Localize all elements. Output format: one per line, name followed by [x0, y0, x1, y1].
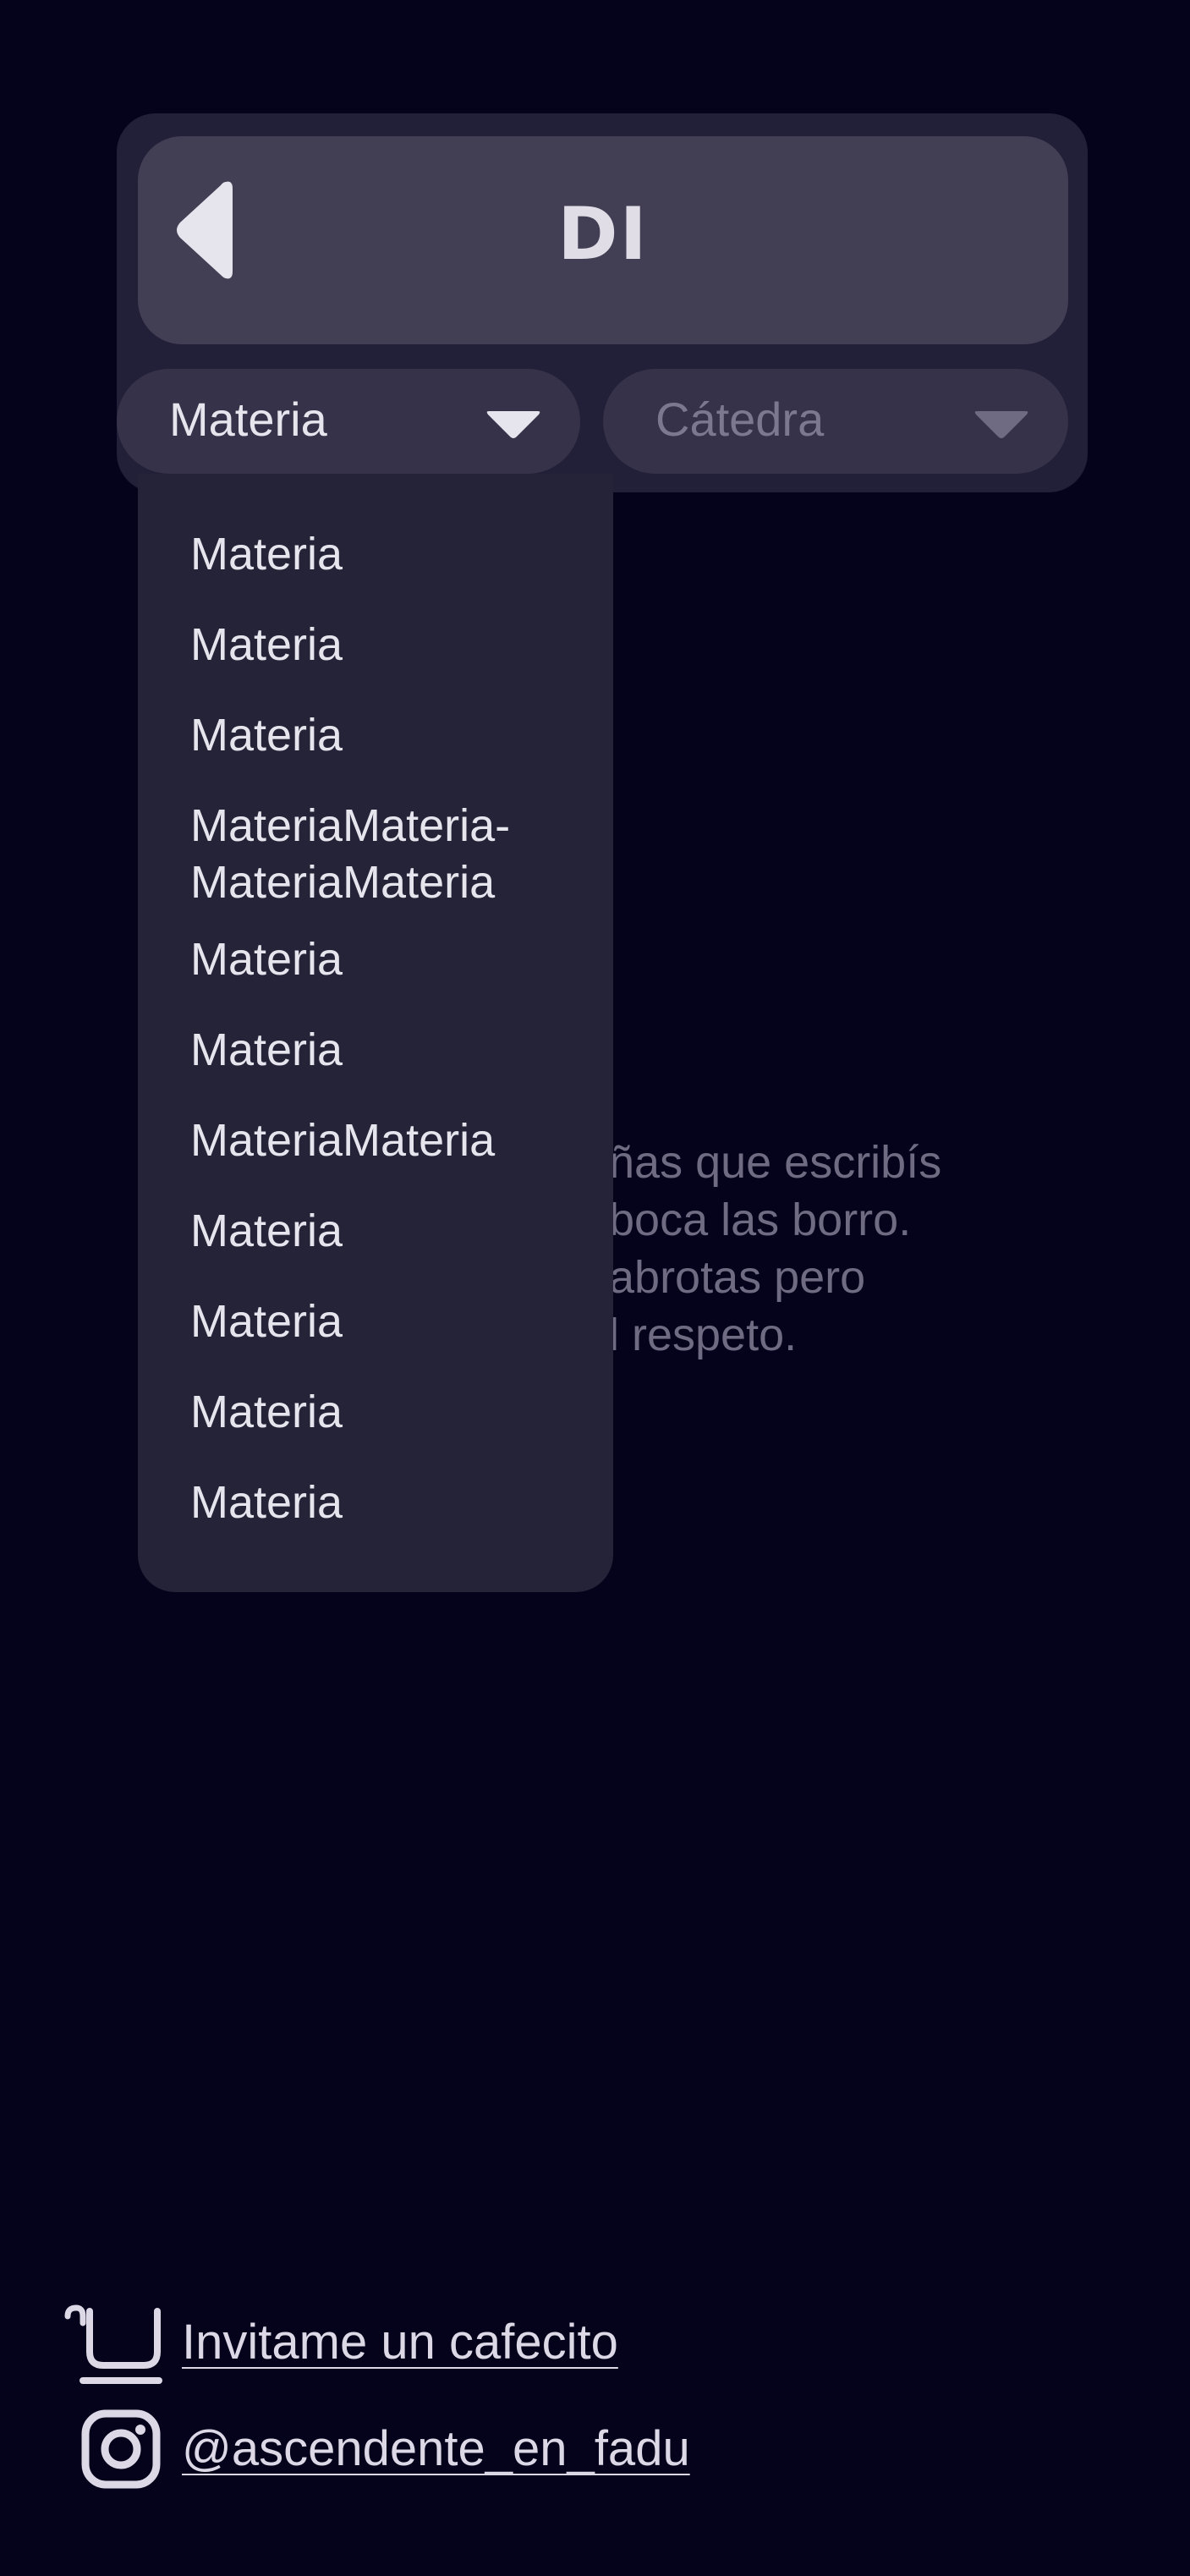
dropdown-item[interactable]: Materia — [138, 617, 613, 707]
page-title: DI — [557, 192, 649, 277]
cafecito-link[interactable]: Invitame un cafecito — [182, 2313, 618, 2372]
dropdown-item[interactable]: Materia — [138, 1203, 613, 1293]
dropdown-item[interactable]: Materia — [138, 526, 613, 617]
materia-select[interactable]: Materia — [117, 369, 580, 474]
instagram-link[interactable]: @ascendente_en_fadu — [182, 2419, 690, 2479]
dropdown-item[interactable]: Materia — [138, 1022, 613, 1112]
dropdown-item[interactable]: Materia — [138, 1475, 613, 1565]
materia-select-value: Materia — [169, 393, 327, 446]
instagram-row: @ascendente_en_fadu — [0, 2409, 1190, 2494]
instagram-icon — [81, 2409, 161, 2489]
dropdown-item[interactable]: MateriaMateria- MateriaMateria — [138, 798, 613, 931]
dropdown-item[interactable]: Materia — [138, 707, 613, 798]
materia-dropdown-list: Materia Materia Materia MateriaMateria- … — [138, 474, 613, 1592]
catedra-select[interactable]: Cátedra — [603, 369, 1068, 474]
cup-icon — [64, 2304, 162, 2384]
title-bar: DI — [138, 136, 1068, 344]
dropdown-item[interactable]: Materia — [138, 931, 613, 1022]
dropdown-item[interactable]: Materia — [138, 1384, 613, 1475]
chevron-down-icon — [486, 411, 540, 438]
catedra-select-placeholder: Cátedra — [655, 393, 825, 446]
cafecito-row: Invitame un cafecito — [0, 2301, 1190, 2386]
dropdown-item[interactable]: MateriaMateria — [138, 1112, 613, 1203]
dropdown-item[interactable]: Materia — [138, 1293, 613, 1384]
chevron-down-icon — [974, 411, 1028, 438]
